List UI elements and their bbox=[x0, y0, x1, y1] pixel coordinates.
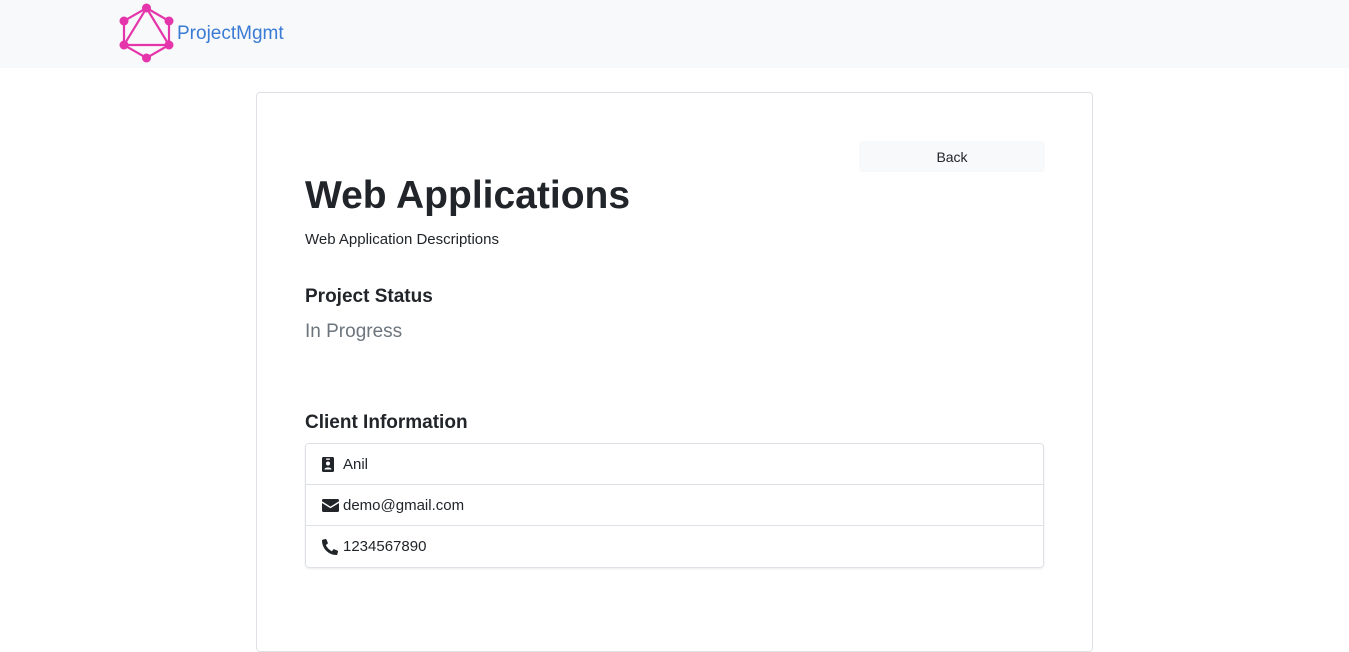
status-heading: Project Status bbox=[305, 286, 433, 307]
page-title: Web Applications bbox=[305, 174, 631, 217]
graphql-logo-icon bbox=[119, 3, 174, 63]
id-badge-icon bbox=[322, 456, 340, 472]
envelope-icon bbox=[322, 497, 340, 513]
project-card: Back Web Applications Web Application De… bbox=[256, 92, 1093, 652]
status-value: In Progress bbox=[305, 321, 403, 342]
navbar: ProjectMgmt bbox=[0, 0, 1349, 68]
client-heading: Client Information bbox=[305, 412, 468, 433]
project-description: Web Application Descriptions bbox=[305, 231, 499, 248]
client-info-list: Anil demo@gmail.com 1234567890 bbox=[305, 443, 1044, 568]
client-email-item: demo@gmail.com bbox=[306, 485, 1043, 526]
client-phone: 1234567890 bbox=[343, 538, 427, 555]
phone-icon bbox=[322, 538, 340, 555]
client-name: Anil bbox=[343, 455, 369, 473]
brand-name: ProjectMgmt bbox=[177, 22, 284, 44]
client-phone-item: 1234567890 bbox=[306, 526, 1043, 567]
client-email: demo@gmail.com bbox=[343, 496, 465, 514]
brand-link[interactable]: ProjectMgmt bbox=[119, 3, 284, 63]
client-name-item: Anil bbox=[306, 444, 1043, 485]
back-button[interactable]: Back bbox=[859, 141, 1045, 172]
